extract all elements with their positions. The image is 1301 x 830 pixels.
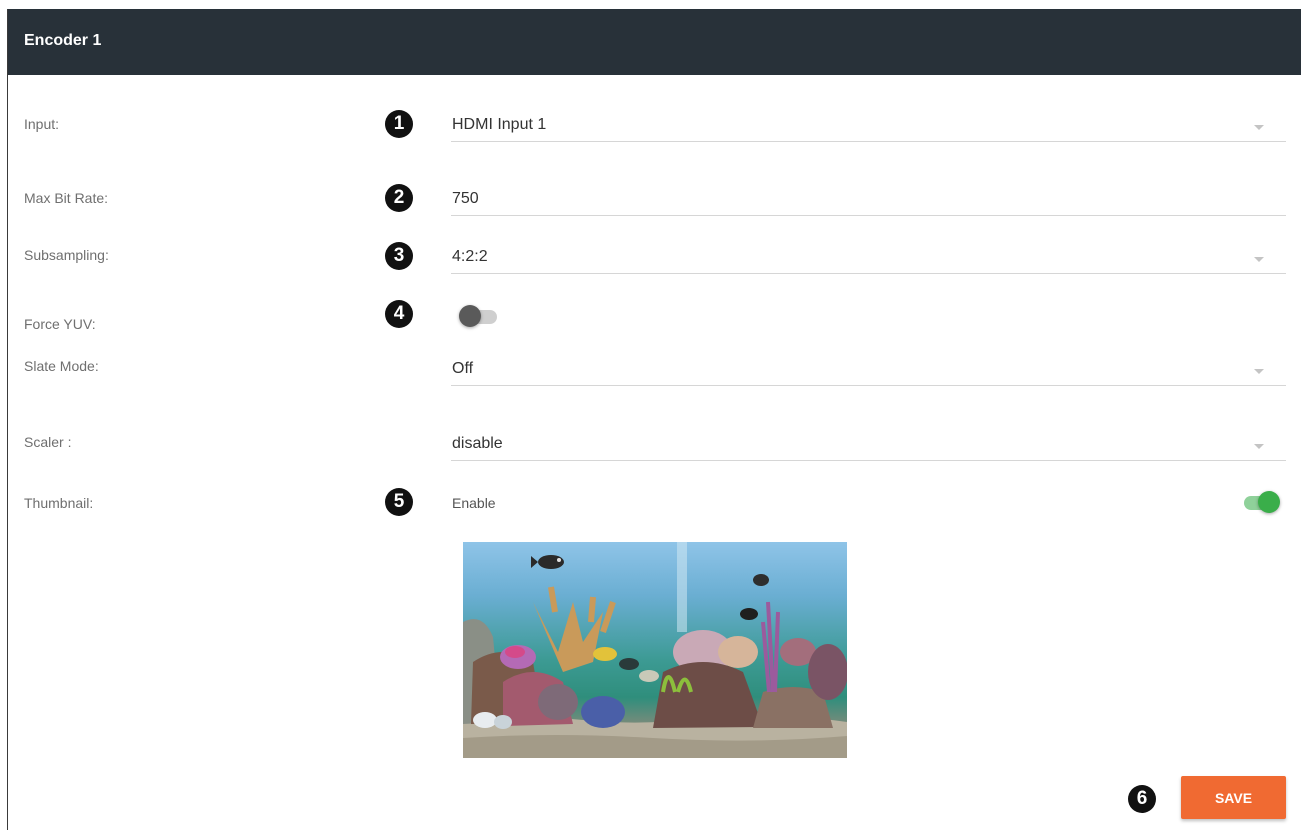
max-bit-rate-input[interactable]: 750 [451, 186, 1286, 216]
callout-badge-1: 1 [385, 110, 413, 138]
slate-mode-select[interactable]: Off [451, 356, 1286, 386]
save-button[interactable]: SAVE [1181, 776, 1286, 819]
scaler-label: Scaler : [24, 434, 72, 450]
slate-mode-label: Slate Mode: [24, 358, 99, 374]
thumbnail-enable-toggle[interactable] [1240, 491, 1280, 515]
callout-badge-5: 5 [385, 488, 413, 516]
callout-badge-2: 2 [385, 184, 413, 212]
force-yuv-toggle[interactable] [459, 305, 499, 329]
caret-down-icon [1254, 257, 1264, 262]
caret-down-icon [1254, 369, 1264, 374]
subsampling-select[interactable]: 4:2:2 [451, 244, 1286, 274]
caret-down-icon [1254, 125, 1264, 130]
max-bit-rate-value: 750 [452, 190, 479, 207]
force-yuv-label: Force YUV: [24, 316, 96, 332]
panel-title: Encoder 1 [24, 32, 102, 49]
max-bit-rate-label: Max Bit Rate: [24, 190, 109, 206]
callout-badge-3: 3 [385, 242, 413, 270]
callout-badge-6: 6 [1128, 785, 1156, 813]
subsampling-value: 4:2:2 [452, 248, 488, 265]
aquarium-thumbnail-image [463, 542, 847, 758]
scaler-value: disable [452, 435, 503, 452]
panel-header: Encoder 1 [8, 9, 1301, 75]
slate-mode-value: Off [452, 360, 474, 377]
thumbnail-label: Thumbnail: [24, 495, 94, 511]
input-select-value: HDMI Input 1 [452, 116, 547, 133]
input-label: Input: [24, 116, 60, 132]
thumbnail-enable-label: Enable [452, 495, 496, 511]
encoder-panel: Encoder 1 Input: 1 HDMI Input 1 Max Bit … [7, 9, 1301, 830]
aquarium-scene-icon [463, 542, 847, 758]
callout-badge-4: 4 [385, 300, 413, 328]
toggle-knob [1258, 491, 1280, 513]
subsampling-label: Subsampling: [24, 247, 109, 263]
input-select[interactable]: HDMI Input 1 [451, 112, 1286, 142]
scaler-select[interactable]: disable [451, 431, 1286, 461]
caret-down-icon [1254, 444, 1264, 449]
toggle-knob [459, 305, 481, 327]
